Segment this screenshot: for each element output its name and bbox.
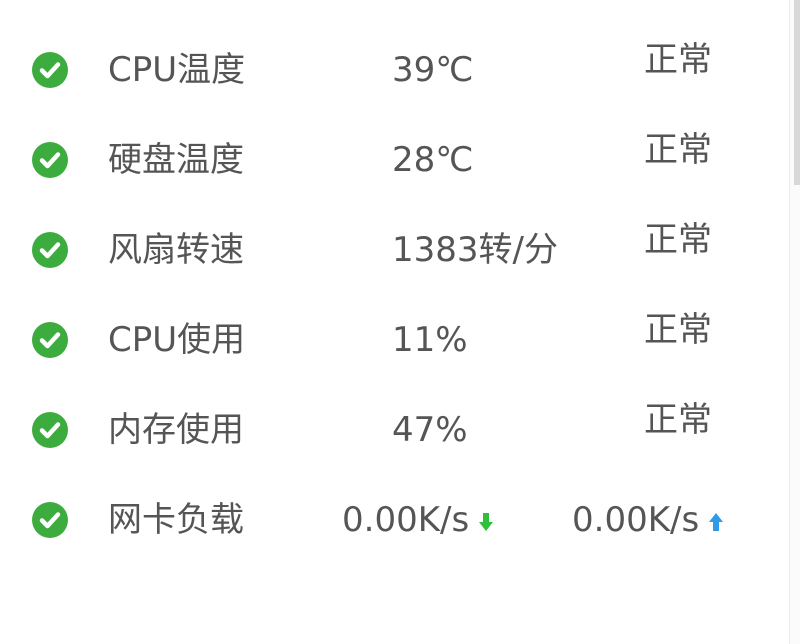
metric-label: CPU使用 xyxy=(108,320,246,360)
status-text: 正常 xyxy=(644,130,712,170)
metric-value: 1383转/分 xyxy=(392,230,558,270)
monitor-row-cpu-usage: CPU使用 11% 正常 xyxy=(0,310,780,366)
monitor-row-memory-usage: 内存使用 47% 正常 xyxy=(0,400,780,456)
check-circle-icon xyxy=(32,232,68,268)
metric-label: CPU温度 xyxy=(108,50,246,90)
download-rate: 0.00K/s xyxy=(342,500,495,540)
metric-label: 内存使用 xyxy=(108,410,244,450)
metric-label: 网卡负载 xyxy=(108,500,244,540)
monitor-row-fan-speed: 风扇转速 1383转/分 正常 xyxy=(0,220,780,276)
status-text: 正常 xyxy=(644,220,712,260)
arrow-down-icon xyxy=(479,512,494,531)
check-circle-icon xyxy=(32,412,68,448)
upload-rate-value: 0.00K/s xyxy=(572,500,700,540)
status-text: 正常 xyxy=(644,40,712,80)
metric-value: 28℃ xyxy=(392,140,474,180)
status-text: 正常 xyxy=(644,310,712,350)
hardware-monitor-panel: CPU温度 39℃ 正常 硬盘温度 28℃ 正常 风扇转速 1383转/分 正常… xyxy=(0,0,800,644)
metric-value: 11% xyxy=(392,320,468,360)
monitor-row-cpu-temp: CPU温度 39℃ 正常 xyxy=(0,40,780,96)
metric-label: 风扇转速 xyxy=(108,230,244,270)
metric-value: 47% xyxy=(392,410,468,450)
scrollbar-thumb[interactable] xyxy=(794,0,800,185)
check-circle-icon xyxy=(32,52,68,88)
metric-value: 39℃ xyxy=(392,50,474,90)
check-circle-icon xyxy=(32,322,68,358)
check-circle-icon xyxy=(32,142,68,178)
metric-label: 硬盘温度 xyxy=(108,140,244,180)
monitor-row-network-load: 网卡负载 0.00K/s 0.00K/s xyxy=(0,490,780,546)
monitor-row-disk-temp: 硬盘温度 28℃ 正常 xyxy=(0,130,780,186)
status-text: 正常 xyxy=(644,400,712,440)
download-rate-value: 0.00K/s xyxy=(342,500,470,540)
upload-rate: 0.00K/s xyxy=(572,500,725,540)
arrow-up-icon xyxy=(709,512,724,531)
scrollbar-track[interactable] xyxy=(789,0,800,644)
check-circle-icon xyxy=(32,502,68,538)
